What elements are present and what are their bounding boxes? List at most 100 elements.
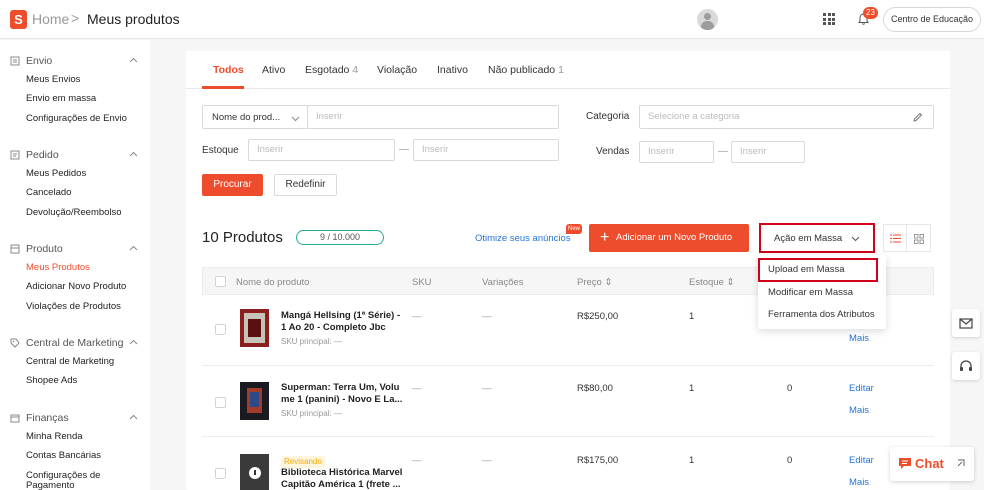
tab-violacao[interactable]: Violação: [377, 64, 417, 76]
chat-widget[interactable]: Chat: [890, 447, 974, 481]
sku-cell: —: [412, 311, 422, 322]
more-link[interactable]: Mais: [849, 333, 869, 344]
tab-ativo[interactable]: Ativo: [262, 64, 285, 76]
stock-max-input[interactable]: Inserir: [413, 139, 559, 161]
sort-icon: ⇕: [726, 277, 735, 288]
clipboard-icon: [10, 150, 20, 160]
sidebar-item-envio-em-massa[interactable]: Envio em massa: [0, 89, 150, 108]
support-tool[interactable]: [952, 352, 980, 380]
more-link[interactable]: Mais: [849, 405, 869, 416]
add-new-product-button[interactable]: + Adicionar um Novo Produto: [589, 224, 749, 252]
sidebar-item-violacoes[interactable]: Violações de Produtos: [0, 297, 150, 316]
row-checkbox[interactable]: [215, 397, 226, 408]
menu-item-upload-em-massa[interactable]: Upload em Massa: [758, 258, 878, 282]
bulk-action-button[interactable]: Ação em Massa: [759, 223, 875, 253]
sidebar-item-contas-bancarias[interactable]: Contas Bancárias: [0, 446, 150, 465]
table-row: Revisando Biblioteca Histórica Marvel Ca…: [202, 438, 934, 490]
sales-min-input[interactable]: Inserir: [639, 141, 714, 163]
messages-tool[interactable]: [952, 309, 980, 337]
shopee-logo-icon[interactable]: S: [10, 10, 27, 29]
sidebar-item-config-envio[interactable]: Configurações de Envio: [0, 109, 150, 128]
column-header-product-name: Nome do produto: [236, 277, 310, 288]
sku-cell: —: [412, 383, 422, 394]
price-cell: R$175,00: [577, 455, 619, 466]
sidebar-group-header[interactable]: Produto: [0, 240, 150, 258]
stock-cell: 1: [689, 311, 695, 322]
avatar[interactable]: [697, 9, 718, 30]
list-view-toggle[interactable]: [883, 224, 907, 252]
product-name[interactable]: Biblioteca Histórica Marvel Capitão Amér…: [281, 467, 403, 490]
tab-todos[interactable]: Todos: [213, 64, 244, 76]
product-quota-badge: 9 / 10.000: [296, 230, 384, 245]
minimize-icon[interactable]: [956, 458, 966, 468]
tab-esgotado[interactable]: Esgotado 4: [305, 64, 358, 76]
category-select[interactable]: Selecione a categoria: [639, 105, 934, 129]
edit-link[interactable]: Editar: [849, 383, 874, 394]
row-checkbox[interactable]: [215, 324, 226, 335]
product-name-field-select[interactable]: Nome do prod...: [202, 105, 308, 129]
education-center-button[interactable]: Centro de Educação: [883, 7, 981, 32]
sidebar-item-config-pagamento[interactable]: Configurações de: [0, 466, 150, 481]
chat-label: Chat: [915, 456, 944, 471]
sort-icon: ⇕: [604, 277, 613, 288]
sidebar-item-shopee-ads[interactable]: Shopee Ads: [0, 371, 150, 390]
chevron-up-icon[interactable]: [129, 338, 138, 347]
top-bar: S Home > Meus produtos 23 Centro de Educ…: [0, 0, 984, 39]
sidebar-group-marketing: Central de Marketing Central de Marketin…: [0, 334, 150, 391]
chevron-up-icon[interactable]: [129, 150, 138, 159]
sidebar-group-header[interactable]: Central de Marketing: [0, 334, 150, 352]
tab-inativo[interactable]: Inativo: [437, 64, 468, 76]
product-thumbnail[interactable]: [240, 382, 269, 420]
sidebar-group-header[interactable]: Pedido: [0, 146, 150, 164]
breadcrumb-home[interactable]: Home: [32, 11, 69, 27]
sidebar: Envio Meus Envios Envio em massa Configu…: [0, 40, 150, 490]
select-all-checkbox[interactable]: [215, 276, 226, 287]
sidebar-item-cancelado[interactable]: Cancelado: [0, 183, 150, 202]
apps-grid-icon[interactable]: [823, 13, 835, 25]
sidebar-group-header[interactable]: Finanças: [0, 409, 150, 427]
product-name[interactable]: Mangá Hellsing (1ª Série) - 1 Ao 20 - Co…: [281, 310, 403, 334]
grid-view-toggle[interactable]: [907, 224, 931, 252]
sku-cell: —: [412, 455, 422, 466]
breadcrumb-separator: >: [71, 10, 80, 26]
product-name[interactable]: Superman: Terra Um, Volu me 1 (panini) -…: [281, 382, 403, 406]
price-cell: R$250,00: [577, 311, 619, 322]
more-link[interactable]: Mais: [849, 477, 869, 488]
chevron-down-icon: [291, 116, 300, 122]
document-icon: [10, 56, 20, 66]
menu-item-ferramenta-atributos[interactable]: Ferramenta dos Atributos: [758, 305, 886, 325]
sidebar-group-title: Pedido: [26, 149, 59, 161]
menu-item-modificar-em-massa[interactable]: Modificar em Massa: [758, 283, 886, 303]
product-sku: SKU principal: —: [281, 337, 342, 346]
sidebar-item-devolucao[interactable]: Devolução/Reembolso: [0, 203, 150, 222]
column-header-price[interactable]: Preço ⇕: [577, 277, 612, 288]
notification-badge: 23: [863, 7, 878, 19]
sidebar-item-central-marketing[interactable]: Central de Marketing: [0, 352, 150, 371]
sidebar-item-meus-envios[interactable]: Meus Envios: [0, 70, 150, 89]
column-header-stock[interactable]: Estoque ⇕: [689, 277, 734, 288]
product-thumbnail[interactable]: [240, 454, 269, 490]
stock-min-input[interactable]: Inserir: [248, 139, 395, 161]
product-thumbnail[interactable]: [240, 309, 269, 347]
sidebar-item-adicionar-produto[interactable]: Adicionar Novo Produto: [0, 277, 150, 296]
edit-link[interactable]: Editar: [849, 455, 874, 466]
sidebar-item-minha-renda[interactable]: Minha Renda: [0, 427, 150, 446]
row-checkbox[interactable]: [215, 468, 226, 479]
sidebar-item-meus-produtos[interactable]: Meus Produtos: [0, 258, 150, 277]
reset-button[interactable]: Redefinir: [274, 174, 337, 196]
page-title: Meus produtos: [87, 11, 180, 27]
search-button[interactable]: Procurar: [202, 174, 263, 196]
product-name-input[interactable]: Inserir: [307, 105, 559, 129]
sidebar-group-header[interactable]: Envio: [0, 52, 150, 70]
sales-cell: 0: [787, 455, 793, 466]
sidebar-item-meus-pedidos[interactable]: Meus Pedidos: [0, 164, 150, 183]
tab-nao-publicado[interactable]: Não publicado 1: [488, 64, 564, 76]
chevron-up-icon[interactable]: [129, 56, 138, 65]
optimize-listings-link[interactable]: Otimize seus anúncios: [475, 233, 571, 244]
chevron-up-icon[interactable]: [129, 244, 138, 253]
stock-range-dash: —: [399, 144, 409, 155]
sidebar-group-title: Envio: [26, 55, 53, 67]
wallet-icon: [10, 414, 20, 423]
chevron-up-icon[interactable]: [129, 413, 138, 422]
sales-max-input[interactable]: Inserir: [731, 141, 805, 163]
